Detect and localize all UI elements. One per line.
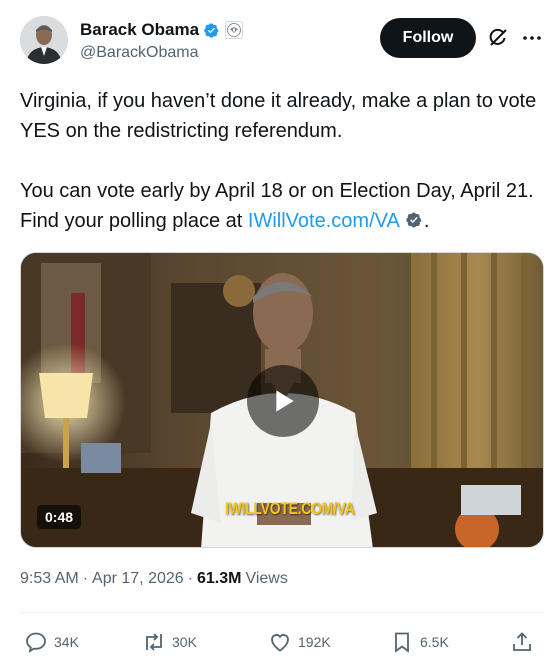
video-duration: 0:48	[37, 505, 82, 529]
views-label: Views	[245, 570, 288, 587]
repost-button[interactable]: 30K	[142, 626, 197, 658]
reply-count: 34K	[54, 634, 79, 650]
views-count: 61.3M	[196, 570, 242, 587]
more-options-icon[interactable]	[520, 26, 544, 50]
share-button[interactable]	[510, 626, 534, 658]
author-handle[interactable]: @BarackObama	[80, 44, 243, 62]
action-bar: 34K 30K 192K 6.5K	[20, 626, 544, 658]
tweet-paragraph-2: You can vote early by April 18 or on Ele…	[20, 176, 544, 236]
author-names: Barack Obama @BarackObama	[80, 18, 244, 62]
play-button[interactable]	[247, 365, 319, 437]
tweet-header: Barack Obama @BarackObama Follow	[20, 16, 544, 68]
reply-icon	[26, 632, 46, 653]
tweet-time[interactable]: 9:53 AM	[20, 570, 79, 588]
tweet-text: Virginia, if you haven’t done it already…	[20, 86, 544, 236]
bookmark-icon	[395, 632, 409, 653]
video-overlay-text: IWILLVOTE.COM/VA	[225, 499, 355, 518]
tweet-paragraph-1: Virginia, if you haven’t done it already…	[20, 90, 537, 142]
like-count: 192K	[298, 634, 331, 650]
divider	[20, 612, 544, 613]
play-icon	[276, 390, 294, 412]
repost-icon	[146, 633, 162, 651]
link-verified-icon	[406, 212, 422, 228]
like-button[interactable]: 192K	[268, 626, 331, 658]
follow-button[interactable]: Follow	[380, 18, 476, 58]
name-row: Barack Obama	[80, 18, 244, 42]
polling-link[interactable]: IWillVote.com/VA	[248, 210, 400, 232]
tweet-paragraph-2-suffix: .	[423, 210, 430, 232]
tweet-meta: 9:53 AM · Apr 17, 2026 · 61.3M Views	[20, 570, 288, 588]
video-player[interactable]: IWILLVOTE.COM/VA 0:48	[20, 252, 544, 548]
avatar[interactable]	[20, 16, 68, 64]
author-display-name[interactable]: Barack Obama	[80, 20, 199, 40]
heart-icon	[271, 634, 289, 652]
bookmark-button[interactable]: 6.5K	[390, 626, 449, 658]
reply-button[interactable]: 34K	[24, 626, 79, 658]
tweet-date[interactable]: Apr 17, 2026	[92, 570, 184, 588]
us-seal-icon[interactable]	[225, 21, 244, 39]
bookmark-count: 6.5K	[420, 634, 449, 650]
repost-count: 30K	[172, 634, 197, 650]
verified-badge-icon[interactable]	[202, 21, 221, 40]
meta-separator: ·	[82, 570, 89, 587]
share-icon	[513, 632, 531, 651]
grok-icon[interactable]	[486, 26, 510, 50]
meta-separator: ·	[187, 570, 193, 587]
